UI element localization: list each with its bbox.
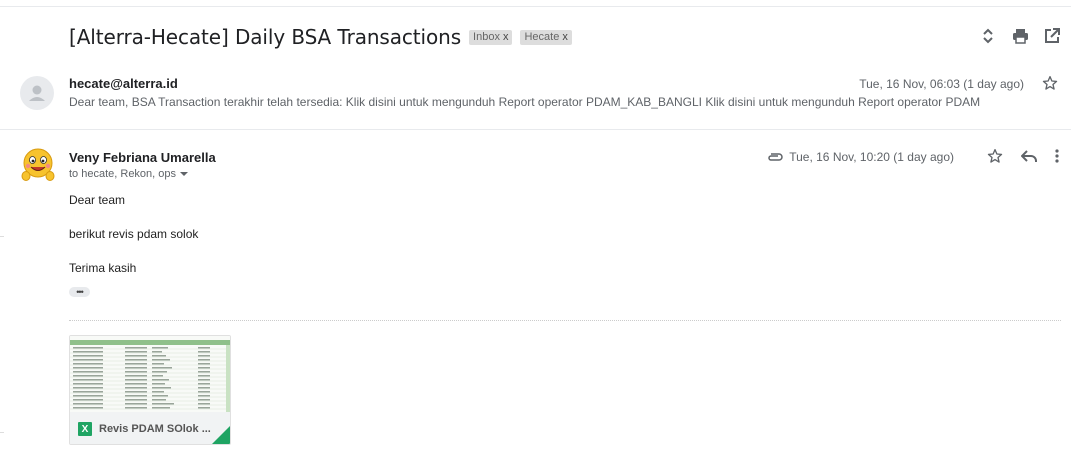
left-edge-mark (0, 236, 4, 237)
message-snippet: Dear team, BSA Transaction terakhir tela… (69, 95, 981, 109)
avatar-default (20, 76, 54, 110)
thread-actions (979, 26, 1061, 46)
star-icon[interactable] (987, 148, 1003, 169)
message-actions (987, 148, 1059, 169)
subject-row: [Alterra-Hecate] Daily BSA Transactions … (69, 25, 572, 49)
top-divider (0, 6, 1071, 7)
expand-collapse-icon[interactable] (979, 26, 997, 46)
sender-name: Veny Febriana Umarella (69, 150, 216, 165)
paperclip-icon (768, 153, 783, 161)
attachments-divider (69, 320, 1061, 321)
body-line: Terima kasih (69, 261, 137, 275)
star-icon[interactable] (1042, 75, 1058, 96)
open-in-new-window-icon[interactable] (1043, 26, 1061, 46)
label-inbox-text: Inbox (473, 30, 500, 43)
attachment-footer: X Revis PDAM SOlok ... (70, 412, 230, 444)
message-expanded: Veny Febriana Umarella to hecate, Rekon,… (0, 130, 1071, 475)
label-hecate-text: Hecate (524, 30, 560, 43)
email-subject: [Alterra-Hecate] Daily BSA Transactions (69, 25, 462, 49)
message-date: Tue, 16 Nov, 10:20 (1 day ago) (789, 150, 954, 164)
attachment-filename: Revis PDAM SOlok ... (99, 423, 211, 435)
remove-label-hecate-button[interactable]: x (562, 31, 568, 43)
chevron-down-icon[interactable] (180, 171, 189, 177)
attachment-card[interactable]: X Revis PDAM SOlok ... (69, 335, 231, 445)
print-icon[interactable] (1011, 26, 1029, 46)
recipients-toggle[interactable]: to hecate, Rekon, ops (69, 168, 189, 180)
left-edge-mark (0, 432, 4, 433)
show-trimmed-content-button[interactable]: ••• (69, 287, 90, 297)
more-options-icon[interactable] (1055, 149, 1059, 168)
body-line: Dear team (69, 193, 126, 207)
attachment-corner-fold (212, 426, 230, 444)
label-inbox[interactable]: Inbox x (469, 29, 513, 45)
message-meta: Tue, 16 Nov, 10:20 (1 day ago) (767, 150, 954, 164)
recipients-text: to hecate, Rekon, ops (69, 168, 177, 180)
excel-file-icon: X (78, 422, 92, 436)
message-collapsed[interactable]: hecate@alterra.id Dear team, BSA Transac… (0, 66, 1071, 130)
attachment-thumbnail (70, 336, 230, 412)
message-body: Dear team berikut revis pdam solok Terim… (69, 193, 198, 295)
remove-label-inbox-button[interactable]: x (503, 31, 509, 43)
label-hecate[interactable]: Hecate x (520, 29, 572, 45)
sender-name: hecate@alterra.id (69, 76, 178, 91)
reply-icon[interactable] (1020, 149, 1037, 168)
body-line: berikut revis pdam solok (69, 227, 199, 241)
avatar-emoji (20, 146, 56, 184)
message-date: Tue, 16 Nov, 06:03 (1 day ago) (859, 77, 1024, 91)
